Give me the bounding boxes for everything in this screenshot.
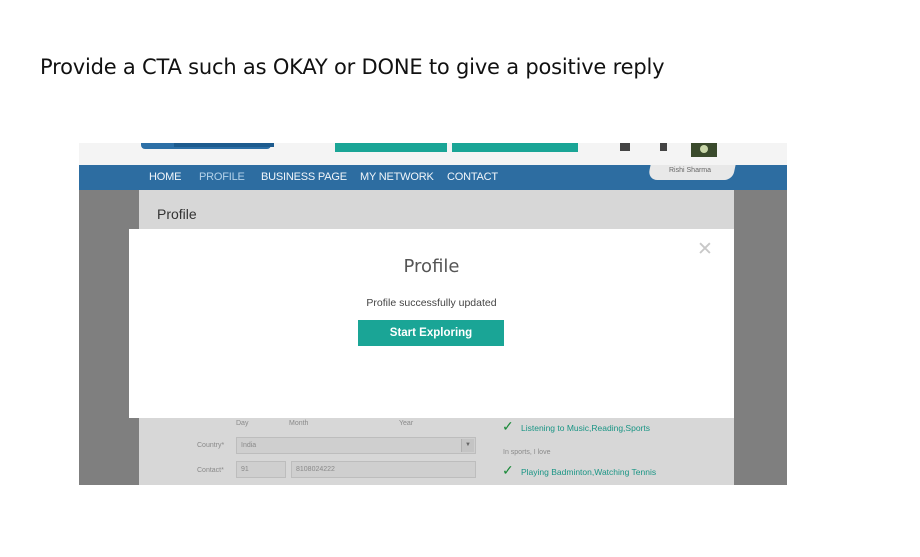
dob-day-label: Day [236, 420, 249, 427]
chevron-down-icon: ▼ [461, 439, 474, 452]
header-button-secondary[interactable] [452, 143, 578, 152]
success-modal: ✕ Profile Profile successfully updated S… [129, 229, 734, 418]
modal-title: Profile [403, 256, 460, 277]
message-icon[interactable] [620, 143, 630, 151]
nav-profile[interactable]: PROFILE [199, 171, 245, 183]
checkmark-icon: ✓ [502, 462, 514, 478]
country-select[interactable]: India ▼ [236, 437, 476, 454]
page-title: Profile [157, 206, 197, 222]
avatar[interactable] [691, 143, 717, 157]
contact-code: 91 [241, 466, 249, 473]
notification-icon[interactable] [660, 143, 667, 151]
dob-year-label: Year [399, 420, 414, 427]
slide-caption: Provide a CTA such as OKAY or DONE to gi… [40, 55, 665, 79]
nav-my-network[interactable]: MY NETWORK [360, 171, 434, 183]
contact-label: Contact* [197, 467, 224, 474]
main-nav: HOME PROFILE BUSINESS PAGE MY NETWORK CO… [79, 165, 787, 190]
sports-value: Playing Badminton,Watching Tennis [521, 467, 657, 477]
dob-month-label: Month [289, 420, 309, 427]
nav-contact[interactable]: CONTACT [447, 171, 498, 183]
checkmark-icon: ✓ [502, 418, 514, 434]
nav-home[interactable]: HOME [149, 171, 181, 183]
nav-business-page[interactable]: BUSINESS PAGE [261, 171, 347, 183]
modal-message: Profile successfully updated [366, 297, 497, 309]
sports-prompt: In sports, I love [503, 449, 551, 456]
header-top-strip [79, 143, 787, 165]
start-exploring-button[interactable]: Start Exploring [358, 320, 504, 346]
contact-number: 8108024222 [296, 466, 335, 473]
user-name[interactable]: Rishi Sharma [669, 167, 711, 174]
header-button-primary[interactable] [335, 143, 447, 152]
country-label: Country* [197, 442, 225, 449]
contact-number-field[interactable]: 8108024222 [291, 461, 476, 478]
contact-code-field[interactable]: 91 [236, 461, 286, 478]
hobbies-value: Listening to Music,Reading,Sports [521, 423, 650, 433]
site-logo-text [174, 143, 274, 147]
country-value: India [241, 442, 257, 449]
app-screenshot: HOME PROFILE BUSINESS PAGE MY NETWORK CO… [79, 143, 787, 485]
